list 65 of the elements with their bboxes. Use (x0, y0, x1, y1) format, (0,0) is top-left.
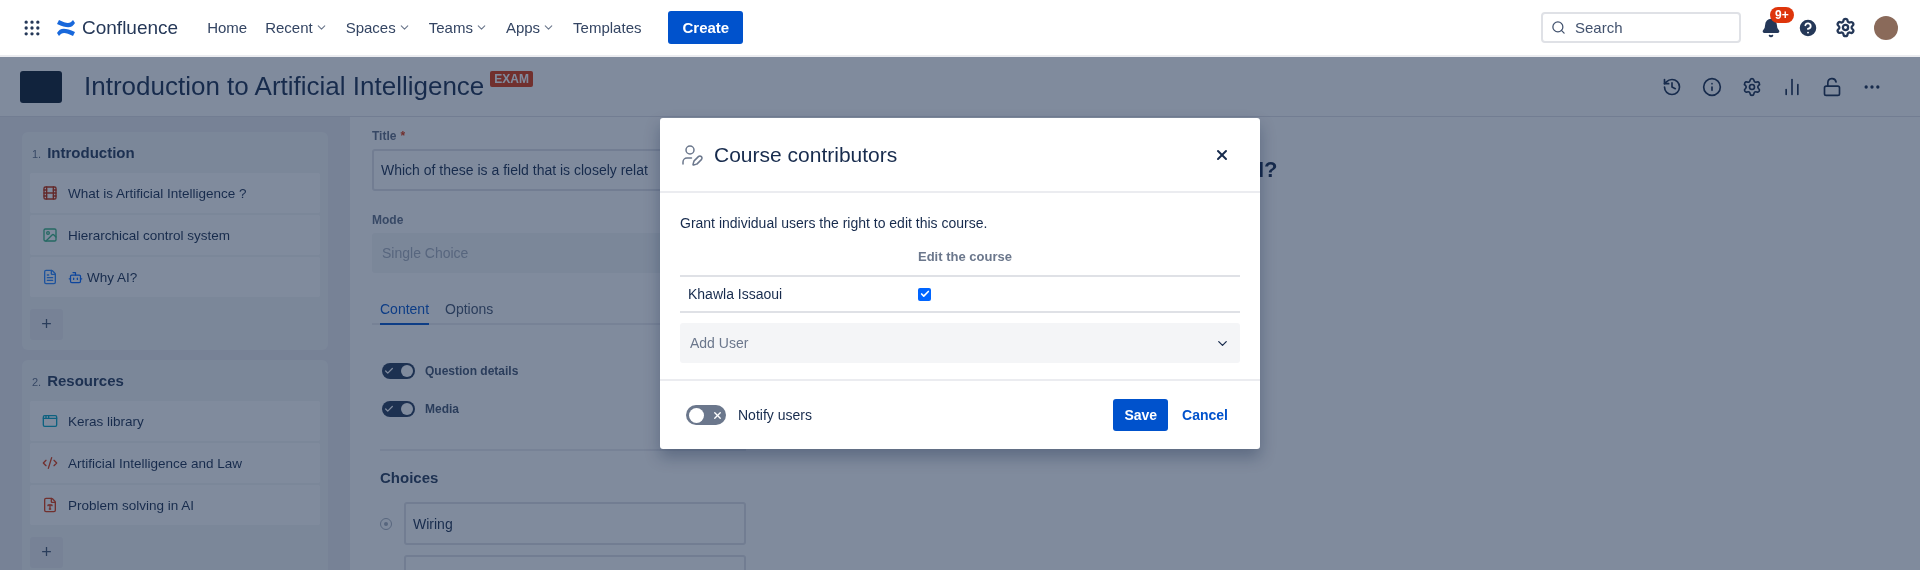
cancel-button[interactable]: Cancel (1176, 399, 1234, 431)
check-icon (384, 404, 394, 414)
toggle-label: Question details (425, 364, 519, 378)
search-field[interactable]: Search (1541, 12, 1741, 43)
film-icon (42, 185, 58, 201)
photo-placeholder (20, 70, 62, 103)
pdf-file-icon (42, 497, 58, 513)
logo-icon (56, 18, 76, 37)
bell-icon[interactable] (1761, 17, 1781, 38)
nav-menu-item[interactable]: Apps (496, 13, 565, 42)
settings-icon[interactable] (1835, 17, 1856, 38)
search-icon (1551, 20, 1566, 35)
lesson-item[interactable]: Why AI? (30, 257, 320, 297)
lesson-item[interactable]: Problem solving in AI (30, 485, 320, 525)
toggle-label: Media (425, 402, 459, 416)
save-button[interactable]: Save (1113, 399, 1169, 431)
check-icon (384, 366, 394, 376)
modal-description: Grant individual users the right to edit this course. (680, 215, 989, 231)
lesson-item[interactable]: Hierarchical control system (30, 215, 320, 255)
nav-menu-item[interactable]: Spaces (336, 13, 420, 42)
code-icon (42, 455, 58, 471)
document-icon (42, 269, 58, 285)
browser-window-icon (42, 413, 58, 429)
column-header: Edit the course (917, 249, 1013, 266)
section-title: Resources (47, 372, 124, 389)
toggle-switch[interactable] (382, 363, 415, 379)
info-icon[interactable] (1702, 76, 1722, 97)
toggle-label: Notify users (738, 407, 813, 423)
add-user-select[interactable]: Add User (680, 323, 1240, 363)
field-label: Title * (372, 129, 406, 143)
product-name[interactable]: Confluence (82, 16, 179, 39)
section-number: 2. (32, 376, 42, 388)
user-edit-icon (680, 142, 704, 167)
toggle-switch[interactable] (382, 401, 415, 417)
tab[interactable]: Content (380, 301, 430, 325)
create-button[interactable]: Create (668, 11, 744, 44)
field-label: Mode (372, 213, 404, 227)
lesson-item[interactable]: Keras library (30, 401, 320, 441)
toggle-switch[interactable] (686, 405, 726, 425)
history-icon[interactable] (1662, 76, 1682, 97)
lesson-item[interactable]: What is Artificial Intelligence ? (30, 173, 320, 213)
add-button[interactable]: + (30, 537, 63, 568)
nav-menu-item[interactable]: Teams (419, 13, 497, 42)
lesson-item[interactable]: Artificial Intelligence and Law (30, 443, 320, 483)
page-title: Introduction to Artificial Intelligence (84, 71, 485, 102)
nav-menu-item[interactable]: Home (198, 13, 257, 42)
tab[interactable]: Options (445, 301, 494, 325)
help-icon[interactable] (1797, 16, 1819, 39)
section-number: 1. (32, 148, 42, 160)
checkbox[interactable] (918, 287, 931, 301)
section-title: Introduction (47, 144, 135, 161)
cross-icon (712, 409, 723, 421)
bar-chart-icon[interactable] (1782, 76, 1802, 97)
exam-badge: EXAM (490, 71, 533, 87)
user-name-cell: Khawla Issaoui (680, 275, 910, 313)
unlocked-padlock-icon[interactable] (1822, 76, 1842, 97)
choice-input-field[interactable]: Wiring (404, 502, 746, 545)
section-heading: Choices (379, 469, 439, 486)
nav-menu-item[interactable]: Templates (564, 13, 651, 42)
robot-icon (68, 269, 83, 285)
nav-menu-item[interactable]: Recent (256, 13, 337, 42)
add-button[interactable]: + (30, 309, 63, 340)
avatar[interactable] (1874, 15, 1898, 40)
notification-badge: 9+ (1770, 6, 1794, 23)
image-icon (42, 227, 58, 243)
